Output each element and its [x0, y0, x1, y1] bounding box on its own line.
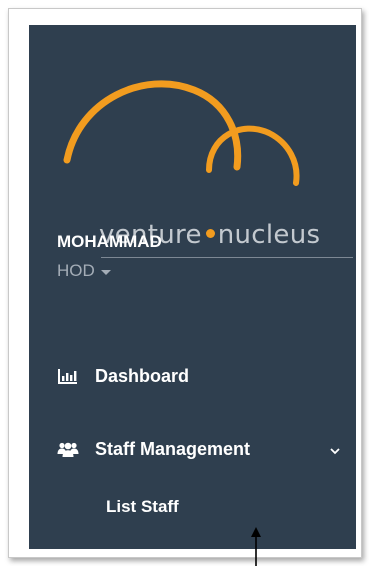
logo-text-right: nucleus	[217, 220, 321, 250]
caret-down-icon	[100, 269, 111, 275]
sidebar: venture nucleus MOHAMMAD HOD Dashboard S…	[29, 25, 356, 549]
nav-dashboard[interactable]: Dashboard	[57, 360, 344, 392]
logo-underline	[101, 257, 353, 258]
logo-dot-icon	[205, 229, 215, 238]
venture-nucleus-logo: venture nucleus	[59, 75, 353, 258]
user-name: MOHAMMAD	[57, 232, 162, 251]
nav-staff-management-label: Staff Management	[95, 438, 251, 459]
annotation-arrow-icon	[251, 527, 261, 566]
user-role-dropdown[interactable]: HOD	[57, 261, 111, 281]
bar-chart-icon	[57, 367, 79, 385]
logo-arcs-icon	[63, 80, 300, 186]
chevron-down-icon	[330, 439, 340, 460]
nav-staff-management[interactable]: Staff Management	[57, 433, 344, 465]
nav-dashboard-label: Dashboard	[95, 365, 190, 386]
nav-list-staff[interactable]: List Staff	[106, 497, 179, 517]
users-icon	[57, 440, 79, 458]
user-role-label: HOD	[57, 261, 95, 280]
